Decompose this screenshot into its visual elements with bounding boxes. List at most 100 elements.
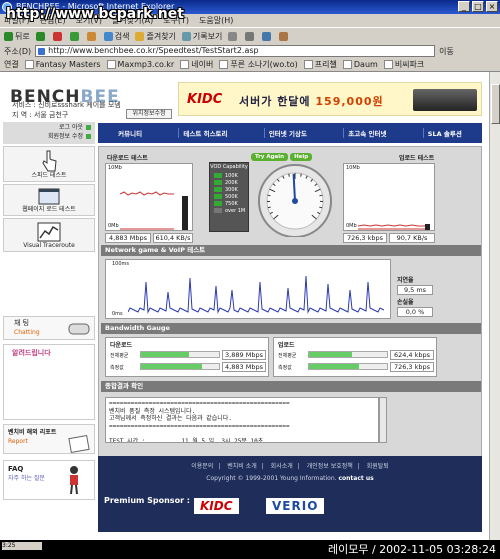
sponsor-verio[interactable]: VERIO <box>266 498 325 514</box>
link-item[interactable]: 프리챌 <box>304 59 337 70</box>
nav-test-history[interactable]: 테스트 히스토리 <box>178 128 231 138</box>
bw-upload-label: 업로드 <box>278 342 295 349</box>
edit-icon <box>262 31 272 41</box>
upload-kbs: 90,7 KB/s <box>389 233 435 243</box>
bw-dl-measured-bar <box>141 364 202 369</box>
nav-speed-test[interactable]: 스피드 테스트 <box>3 146 95 182</box>
nav-sla-solution[interactable]: SLA 솔루션 <box>422 128 466 138</box>
member-info-link[interactable]: 회원정보 수정 <box>48 133 91 140</box>
service-line: 서비스 : 신비로ssshark 케이블 모뎀 <box>12 101 121 109</box>
bandwidth-header: Bandwidth Gauge <box>101 323 481 334</box>
bw-measured-label: 측정값 <box>110 365 124 371</box>
latency-value: 9,5 ms <box>397 285 433 295</box>
contact-link[interactable]: contact us <box>338 475 373 482</box>
nav-webpage-test[interactable]: 웹페이지 로드 테스트 <box>3 184 95 216</box>
chat-box[interactable]: 채 팅 Chatting <box>3 316 95 340</box>
footer-link[interactable]: 회사소개 <box>271 463 293 470</box>
notice-box[interactable]: 알려드립니다 <box>3 344 95 420</box>
traceroute-chart-icon <box>37 222 61 242</box>
nav-broadband[interactable]: 초고속 인터넷 <box>343 128 390 138</box>
server-image <box>413 89 477 111</box>
toolbar: 뒤로 검색 즐겨찾기 기록보기 <box>0 27 500 44</box>
upload-graph-min: 0Mb <box>346 223 357 229</box>
latency-graph: 100ms 0ms <box>105 259 391 319</box>
link-item[interactable]: Fantasy Masters <box>25 60 101 69</box>
link-item[interactable]: 푸른 소나기(wo.to) <box>219 59 297 70</box>
summary-textarea[interactable]: ========================================… <box>105 397 379 443</box>
minimize-button[interactable]: _ <box>458 1 470 12</box>
print-icon <box>245 31 255 41</box>
link-item[interactable]: Daum <box>343 60 378 69</box>
upload-kbps: 726,3 kbps <box>343 233 387 243</box>
link-item[interactable]: 비씨파크 <box>384 59 424 70</box>
bw-dl-avg-bar <box>141 352 190 357</box>
maximize-button[interactable]: □ <box>472 1 484 12</box>
logout-link[interactable]: 로그 아웃 <box>59 124 91 131</box>
kidc-banner[interactable]: KIDC 서버가 한달에 159,000원 <box>178 82 482 116</box>
sponsor-kidc[interactable]: KIDC <box>194 498 239 514</box>
summary-header: 종합결과 확인 <box>101 381 481 392</box>
faq-box[interactable]: FAQ 자주 하는 질문 <box>3 460 95 500</box>
close-button[interactable]: × <box>486 1 498 12</box>
forward-button[interactable] <box>35 31 47 41</box>
favorites-button[interactable]: 즐겨찾기 <box>135 31 176 42</box>
footer-link[interactable]: 이용문의 <box>191 463 213 470</box>
upload-level-bar <box>425 224 430 230</box>
upload-trace <box>358 224 428 230</box>
bw-ul-measured-value: 726,3 kbps <box>390 362 434 372</box>
back-arrow-icon <box>4 31 13 41</box>
vod-title: VOD Capability <box>210 164 248 170</box>
download-bandwidth-box: 다운로드 전체평균 측정값 3,889 Mbps 4,883 Mbps <box>105 337 269 377</box>
download-graph-min: 0Mb <box>108 223 119 229</box>
home-button[interactable] <box>86 31 98 41</box>
download-test-title: 다운로드 테스트 <box>107 155 148 162</box>
bw-ul-avg-bar <box>309 352 352 357</box>
footer-link[interactable]: 벤치비 소개 <box>227 463 257 470</box>
nav-community[interactable]: 커뮤니티 <box>114 128 146 138</box>
link-item[interactable]: 네이버 <box>180 59 213 70</box>
nav-internet-weather[interactable]: 인터넷 기상도 <box>263 128 311 138</box>
help-button[interactable]: Help <box>290 153 313 161</box>
notebook-icon <box>68 435 90 453</box>
page-scrollbar[interactable] <box>489 72 500 540</box>
speed-gauge <box>258 164 332 237</box>
status-left: 3:25 <box>2 542 42 550</box>
go-button[interactable]: 이동 <box>439 46 454 57</box>
footer-link[interactable]: 회원탈퇴 <box>367 463 389 470</box>
address-input[interactable]: http://www.benchbee.co.kr/Speedtest/Test… <box>35 45 436 57</box>
gauge-tick <box>288 173 290 177</box>
summary-scrollbar[interactable] <box>379 397 387 443</box>
nav-traceroute[interactable]: Visual Traceroute <box>3 218 95 252</box>
link-item[interactable]: Maxmp3.co.kr <box>107 60 175 69</box>
status-bar: 3:25 레이모무 / 2002-11-05 03:28:24 <box>0 540 500 559</box>
address-bar: 주소(D) http://www.benchbee.co.kr/Speedtes… <box>0 44 500 58</box>
footer-link[interactable]: 개인정보 보호정책 <box>307 463 353 470</box>
refresh-button[interactable] <box>69 31 81 41</box>
upload-bandwidth-box: 업로드 전체평균 측정값 624,4 kbps 726,3 kbps <box>273 337 437 377</box>
try-again-button[interactable]: Try Again <box>251 153 289 161</box>
gauge-tick <box>267 194 271 197</box>
stop-button[interactable] <box>52 31 64 41</box>
history-button[interactable]: 기록보기 <box>181 31 222 42</box>
person-icon <box>70 466 78 495</box>
loss-label: 손실율 <box>397 299 414 306</box>
vod-level: 500K <box>210 193 248 200</box>
download-graph: 10Mb 0Mb <box>105 163 193 231</box>
footer: 이용문의 | 벤치비 소개 | 회사소개 | 개인정보 보호정책 | 회원탈퇴 Copy… <box>98 456 482 532</box>
discuss-button[interactable] <box>279 31 290 41</box>
vod-capability: VOD Capability 100K 200K 300K 500K 750K … <box>209 162 249 232</box>
download-level-bar <box>182 196 188 230</box>
back-button[interactable]: 뒤로 <box>4 31 30 42</box>
menu-help[interactable]: 도움말(H) <box>199 14 233 27</box>
location-edit-button[interactable]: 위치정보수정 <box>126 109 172 119</box>
print-button[interactable] <box>245 31 256 41</box>
latency-trace <box>128 275 385 314</box>
edit-button[interactable] <box>262 31 273 41</box>
gauge-tick <box>319 206 323 209</box>
upload-graph: 10Mb 0Mb <box>343 163 435 231</box>
scrollbar-thumb[interactable] <box>491 84 500 124</box>
report-box[interactable]: 벤치비 해외 리포트 Report <box>3 424 95 454</box>
mail-button[interactable] <box>228 31 239 41</box>
gauge-tick <box>300 173 302 177</box>
search-button[interactable]: 검색 <box>103 31 129 42</box>
